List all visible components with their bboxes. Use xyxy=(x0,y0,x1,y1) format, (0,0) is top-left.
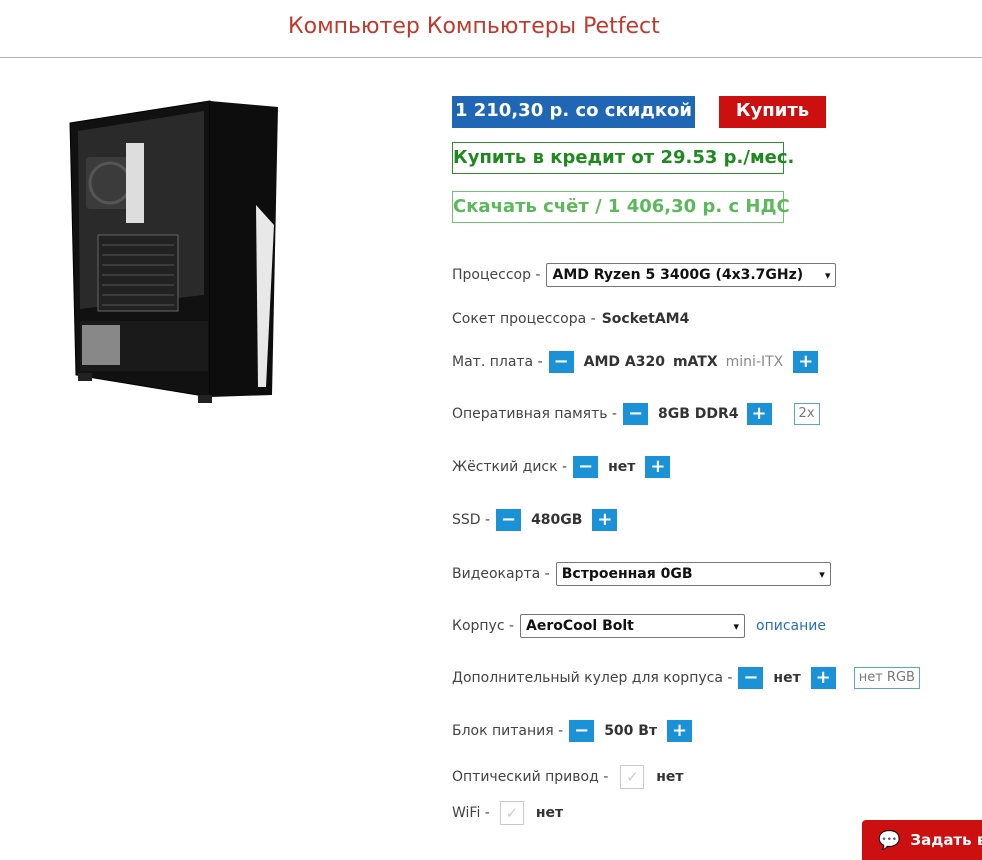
ssd-label: SSD - xyxy=(452,512,491,528)
hdd-plus-icon[interactable]: + xyxy=(645,456,671,478)
ask-question-label: Задать в xyxy=(910,831,982,849)
product-image xyxy=(69,100,278,403)
motherboard-form-selected[interactable]: mATX xyxy=(673,354,718,370)
gpu-selected: Встроенная 0GB xyxy=(561,566,693,582)
ram-minus-icon[interactable]: − xyxy=(623,403,648,425)
psu-row: Блок питания - − 500 Вт + xyxy=(452,718,693,744)
gpu-select[interactable]: Встроенная 0GB ▾ xyxy=(555,562,831,586)
motherboard-form-alt[interactable]: mini-ITX xyxy=(726,354,784,370)
wifi-value: нет xyxy=(535,805,564,821)
processor-row: Процессор - AMD Ryzen 5 3400G (4x3.7GHz)… xyxy=(452,262,837,288)
motherboard-value: AMD A320 xyxy=(583,354,665,370)
psu-plus-icon[interactable]: + xyxy=(667,720,693,742)
case-selected: AeroCool Bolt xyxy=(526,618,634,634)
gpu-label: Видеокарта - xyxy=(452,566,550,582)
check-icon: ✓ xyxy=(625,768,639,786)
optical-checkbox[interactable]: ✓ xyxy=(620,765,645,789)
buy-button[interactable]: Купить xyxy=(719,96,826,128)
case-row: Корпус - AeroCool Bolt ▾ описание xyxy=(452,613,826,639)
case-select[interactable]: AeroCool Bolt ▾ xyxy=(520,614,746,638)
hdd-label: Жёсткий диск - xyxy=(452,459,568,475)
discount-price-badge: 1 210,30 р. со скидкой xyxy=(452,96,695,128)
cooler-label: Дополнительный кулер для корпуса - xyxy=(452,670,733,686)
ssd-value: 480GB xyxy=(531,512,583,528)
motherboard-minus-icon[interactable]: − xyxy=(548,351,574,373)
check-icon: ✓ xyxy=(505,804,519,822)
chevron-down-icon: ▾ xyxy=(733,619,740,633)
socket-value: SocketAM4 xyxy=(601,311,690,327)
ssd-minus-icon[interactable]: − xyxy=(496,509,522,531)
ram-label: Оперативная память - xyxy=(452,406,617,422)
ssd-plus-icon[interactable]: + xyxy=(592,509,618,531)
cooler-plus-icon[interactable]: + xyxy=(810,667,836,689)
psu-minus-icon[interactable]: − xyxy=(569,720,595,742)
buy-on-credit-button[interactable]: Купить в кредит от 29.53 р./мес. xyxy=(452,142,794,174)
optical-label: Оптический привод - xyxy=(452,769,609,785)
motherboard-row: Мат. плата - − AMD A320 mATX mini-ITX + xyxy=(452,349,819,375)
ram-value: 8GB DDR4 xyxy=(658,406,739,422)
psu-value: 500 Вт xyxy=(604,723,658,739)
chevron-down-icon: ▾ xyxy=(819,567,825,581)
ram-row: Оперативная память - − 8GB DDR4 + 2x xyxy=(452,401,820,427)
socket-label: Сокет процессора - xyxy=(452,311,596,327)
optical-value: нет xyxy=(656,769,684,785)
processor-label: Процессор - xyxy=(452,267,541,283)
ram-multiplier-badge[interactable]: 2x xyxy=(793,403,820,425)
case-description-link[interactable]: описание xyxy=(756,618,826,634)
processor-select[interactable]: AMD Ryzen 5 3400G (4x3.7GHz) ▾ xyxy=(546,263,837,287)
wifi-row: WiFi - ✓ нет xyxy=(452,800,563,826)
socket-row: Сокет процессора - SocketAM4 xyxy=(452,306,689,332)
hdd-minus-icon[interactable]: − xyxy=(573,456,599,478)
page-header: Компьютер Компьютеры Petfect xyxy=(0,0,982,58)
ssd-row: SSD - − 480GB + xyxy=(452,507,618,533)
hdd-value: нет xyxy=(608,459,636,475)
psu-label: Блок питания - xyxy=(452,723,564,739)
chevron-down-icon: ▾ xyxy=(824,268,831,282)
cooler-row: Дополнительный кулер для корпуса - − нет… xyxy=(452,665,920,691)
cooler-minus-icon[interactable]: − xyxy=(738,667,764,689)
page-title: Компьютер Компьютеры Petfect xyxy=(288,14,660,39)
motherboard-plus-icon[interactable]: + xyxy=(793,351,819,373)
cooler-value: нет xyxy=(773,670,801,686)
ram-plus-icon[interactable]: + xyxy=(746,403,772,425)
hdd-row: Жёсткий диск - − нет + xyxy=(452,454,671,480)
chat-bubble-icon: 💬 xyxy=(878,829,901,851)
optical-row: Оптический привод - ✓ нет xyxy=(452,764,684,790)
cooler-rgb-badge[interactable]: нет RGB xyxy=(853,667,920,689)
motherboard-label: Мат. плата - xyxy=(452,354,543,370)
ask-question-button[interactable]: 💬 Задать в xyxy=(862,820,982,860)
download-invoice-button[interactable]: Скачать счёт / 1 406,30 р. с НДС xyxy=(452,191,790,223)
processor-selected: AMD Ryzen 5 3400G (4x3.7GHz) xyxy=(552,267,804,283)
wifi-label: WiFi - xyxy=(452,805,490,821)
case-label: Корпус - xyxy=(452,618,515,634)
wifi-checkbox[interactable]: ✓ xyxy=(499,801,524,825)
gpu-row: Видеокарта - Встроенная 0GB ▾ xyxy=(452,561,831,587)
